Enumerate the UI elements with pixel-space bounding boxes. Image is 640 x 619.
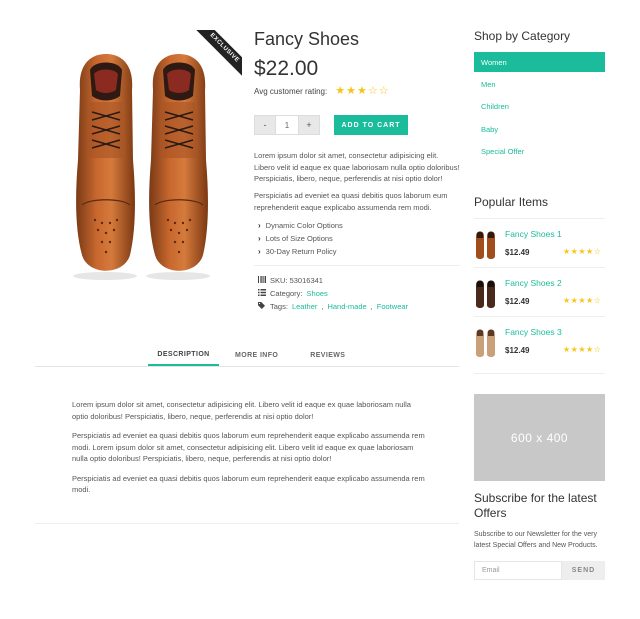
rating-stars: ★ ★ ★ ☆ ☆ (335, 85, 389, 97)
sku-label: SKU: 53016341 (270, 276, 323, 285)
popular-item-rating: ★★★★☆ (563, 345, 602, 354)
list-icon (258, 289, 266, 298)
category-item-baby[interactable]: Baby (474, 118, 605, 141)
chevron-right-icon: › (258, 221, 261, 230)
popular-heading: Popular Items (474, 195, 549, 209)
quantity-decrease-button[interactable]: - (254, 115, 276, 135)
quantity-increase-button[interactable]: + (298, 115, 320, 135)
popular-divider (474, 373, 605, 374)
chevron-right-icon: › (258, 234, 261, 243)
subscribe-heading: Subscribe for the latest Offers (474, 491, 597, 520)
exclusive-badge-label: EXCLUSIVE (196, 30, 242, 76)
subscribe-text: Subscribe to our Newsletter for the very… (474, 531, 598, 549)
feature-item: › 30-Day Return Policy (258, 245, 343, 258)
popular-item-price: $12.49 (505, 297, 530, 306)
product-description-2: Perspiciatis ad eveniet ea quasi debitis… (254, 191, 448, 212)
quantity-input[interactable]: 1 (276, 115, 298, 135)
category-item-special-offer[interactable]: Special Offer (474, 141, 605, 164)
tab-description[interactable]: DESCRIPTION (148, 344, 219, 366)
meta-tags: Tags: Leather, Hand-made, Footwear (258, 300, 408, 313)
category-item-children[interactable]: Children (474, 96, 605, 119)
description-paragraph: Perspiciatis ad eveniet ea quasi debitis… (72, 431, 425, 463)
category-heading: Shop by Category (474, 29, 571, 43)
popular-item-thumbnail (476, 329, 495, 357)
exclusive-badge: EXCLUSIVE (196, 30, 242, 76)
tag-link[interactable]: Leather (292, 302, 317, 311)
popular-item-price: $12.49 (505, 346, 530, 355)
product-title: Fancy Shoes (254, 29, 360, 49)
star-empty-icon: ☆ (378, 85, 389, 97)
category-item-men[interactable]: Men (474, 73, 605, 96)
meta-divider (254, 265, 460, 266)
send-button[interactable]: SEND (562, 561, 605, 580)
feature-item: › Dynamic Color Options (258, 219, 343, 232)
category-label: Category: (270, 289, 303, 298)
popular-item[interactable]: Fancy Shoes 1 $12.49 ★★★★☆ (474, 219, 605, 267)
barcode-icon (258, 276, 266, 285)
product-price: $22.00 (254, 57, 319, 80)
product-description-1: Lorem ipsum dolor sit amet, consectetur … (254, 151, 460, 183)
rating-label: Avg customer rating: (254, 86, 328, 96)
product-tabs: DESCRIPTION MORE INFO REVIEWS (148, 344, 361, 366)
star-filled-icon: ★ (335, 85, 346, 97)
popular-item-rating: ★★★★☆ (563, 247, 602, 256)
star-filled-icon: ★ (356, 85, 367, 97)
popular-item[interactable]: Fancy Shoes 3 $12.49 ★★★★☆ (474, 317, 605, 365)
popular-item-thumbnail (476, 231, 495, 259)
meta-sku: SKU: 53016341 (258, 274, 408, 287)
feature-label: Dynamic Color Options (265, 221, 343, 230)
quantity-stepper: - 1 + (254, 115, 320, 135)
star-empty-icon: ☆ (367, 85, 378, 97)
feature-label: 30-Day Return Policy (265, 247, 337, 256)
tab-divider (35, 366, 459, 367)
popular-item-thumbnail (476, 280, 495, 308)
popular-item-name[interactable]: Fancy Shoes 2 (505, 278, 562, 288)
meta-category: Category: Shoes (258, 287, 408, 300)
feature-list: › Dynamic Color Options › Lots of Size O… (258, 219, 343, 258)
email-input[interactable]: Email (474, 561, 562, 580)
description-paragraph: Perspiciatis ad eveniet ea quasi debitis… (72, 473, 425, 495)
category-link[interactable]: Shoes (307, 289, 328, 298)
tab-content-description: Lorem ipsum dolor sit amet, consectetur … (72, 399, 426, 504)
add-to-cart-button[interactable]: ADD TO CART (334, 115, 408, 135)
product-image[interactable]: EXCLUSIVE (60, 30, 242, 286)
feature-label: Lots of Size Options (265, 234, 333, 243)
tab-more-info[interactable]: MORE INFO (219, 344, 294, 366)
tag-link[interactable]: Hand-made (327, 302, 366, 311)
content-bottom-divider (35, 523, 459, 524)
popular-item-rating: ★★★★☆ (563, 296, 602, 305)
subscribe-form: Email SEND (474, 561, 605, 580)
category-item-women[interactable]: Women (474, 52, 605, 72)
star-filled-icon: ★ (346, 85, 356, 97)
ad-placeholder[interactable]: 600 x 400 (474, 394, 605, 481)
product-rating: Avg customer rating: ★ ★ ★ ☆ ☆ (254, 85, 389, 97)
tags-icon (258, 302, 266, 311)
popular-item-name[interactable]: Fancy Shoes 3 (505, 327, 562, 337)
popular-item-name[interactable]: Fancy Shoes 1 (505, 229, 562, 239)
chevron-right-icon: › (258, 247, 261, 256)
popular-item[interactable]: Fancy Shoes 2 $12.49 ★★★★☆ (474, 268, 605, 316)
description-paragraph: Lorem ipsum dolor sit amet, consectetur … (72, 400, 411, 421)
tag-link[interactable]: Footwear (377, 302, 408, 311)
tags-label: Tags: (270, 302, 288, 311)
category-list: Women Men Children Baby Special Offer (474, 52, 605, 163)
feature-item: › Lots of Size Options (258, 232, 343, 245)
popular-item-price: $12.49 (505, 248, 530, 257)
tab-reviews[interactable]: REVIEWS (294, 344, 361, 366)
product-meta: SKU: 53016341 Category: Shoes Tags: Leat… (258, 274, 408, 313)
